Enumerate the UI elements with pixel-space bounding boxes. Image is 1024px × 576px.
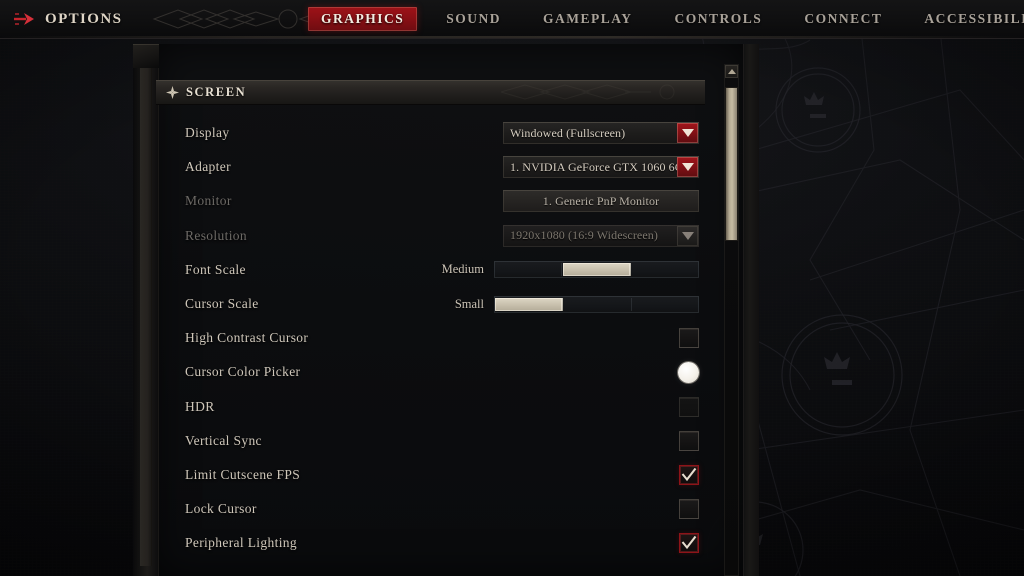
setting-label-peripheral-lighting: Peripheral Lighting <box>185 535 297 551</box>
setting-row-display: Display Windowed (Fullscreen) <box>133 116 721 150</box>
setting-control-peripheral-lighting <box>679 533 699 554</box>
limit-cutscene-fps-checkbox[interactable] <box>679 464 699 485</box>
scrollbar-thumb[interactable] <box>726 88 737 240</box>
resolution-dropdown-value: 1920x1080 (16:9 Widescreen) <box>510 228 658 243</box>
checkmark-icon <box>681 536 697 550</box>
setting-label-hdr: HDR <box>185 398 215 414</box>
setting-control-monitor: 1. Generic PnP Monitor <box>503 190 699 213</box>
setting-control-vertical-sync <box>679 430 699 451</box>
hdr-checkbox[interactable] <box>679 396 699 417</box>
setting-control-hdr <box>679 396 699 417</box>
tab-connect[interactable]: CONNECT <box>791 7 895 31</box>
scroll-up-arrow-icon[interactable] <box>725 65 738 78</box>
settings-panel: SCREEN Display Windowed (Fullscreen) Ada… <box>133 44 743 576</box>
setting-control-high-contrast-cursor <box>679 328 699 349</box>
setting-row-high-contrast-cursor: High Contrast Cursor <box>133 321 721 355</box>
setting-row-lock-cursor: Lock Cursor <box>133 492 721 526</box>
slider-segment[interactable] <box>632 263 699 276</box>
chevron-down-icon[interactable] <box>677 123 698 144</box>
setting-label-high-contrast-cursor: High Contrast Cursor <box>185 330 309 346</box>
arrow-right-icon <box>14 13 34 25</box>
setting-row-peripheral-lighting: Peripheral Lighting <box>133 526 721 560</box>
slider-segment[interactable] <box>632 298 699 311</box>
diamond-cross-icon <box>166 86 179 99</box>
slider-segment[interactable] <box>563 263 631 277</box>
setting-label-limit-cutscene-fps: Limit Cutscene FPS <box>185 466 301 482</box>
setting-control-font-scale: Medium <box>432 261 699 279</box>
monitor-readout: 1. Generic PnP Monitor <box>503 190 699 213</box>
setting-label-cursor-scale: Cursor Scale <box>185 296 259 312</box>
setting-label-adapter: Adapter <box>185 159 231 175</box>
setting-row-resolution: Resolution 1920x1080 (16:9 Widescreen) <box>133 219 721 253</box>
section-title: SCREEN <box>186 85 247 99</box>
lock-cursor-checkbox[interactable] <box>679 499 699 520</box>
checkmark-icon <box>681 467 697 482</box>
setting-control-adapter: 1. NVIDIA GeForce GTX 1060 6G <box>503 156 699 179</box>
setting-row-monitor: Monitor 1. Generic PnP Monitor <box>133 184 721 218</box>
slider-segment[interactable] <box>494 263 562 277</box>
setting-control-cursor-color-picker <box>678 361 699 383</box>
font-scale-slider[interactable] <box>494 261 699 279</box>
settings-scrollbar[interactable] <box>724 64 739 576</box>
cursor-scale-slider[interactable] <box>494 295 699 313</box>
tab-bar: GRAPHICS SOUND GAMEPLAY CONTROLS CONNECT… <box>300 0 1024 38</box>
setting-label-vertical-sync: Vertical Sync <box>185 432 262 448</box>
slider-segment[interactable] <box>564 297 632 311</box>
tab-graphics[interactable]: GRAPHICS <box>308 7 418 31</box>
setting-control-limit-cutscene-fps <box>679 464 699 485</box>
panel-frame-cap <box>133 44 159 68</box>
options-screen: OPTIONS GRAPHICS SOUND GAMEPLAY CONTROLS… <box>0 0 1024 576</box>
slider-segment[interactable] <box>495 297 563 311</box>
setting-row-cursor-color-picker: Cursor Color Picker <box>133 355 721 389</box>
tab-sound[interactable]: SOUND <box>433 7 514 31</box>
section-header-ornament <box>501 84 675 100</box>
chevron-down-icon[interactable] <box>677 225 698 246</box>
tab-gameplay[interactable]: GAMEPLAY <box>530 7 646 31</box>
tab-controls[interactable]: CONTROLS <box>662 7 776 31</box>
display-dropdown-value: Windowed (Fullscreen) <box>510 125 626 140</box>
setting-label-font-scale: Font Scale <box>185 261 246 277</box>
resolution-dropdown[interactable]: 1920x1080 (16:9 Widescreen) <box>503 224 699 247</box>
setting-control-resolution: 1920x1080 (16:9 Widescreen) <box>503 224 699 247</box>
cursor-scale-value: Small <box>454 296 484 311</box>
options-title-group: OPTIONS <box>14 0 122 38</box>
setting-row-adapter: Adapter 1. NVIDIA GeForce GTX 1060 6G <box>133 150 721 184</box>
setting-row-vertical-sync: Vertical Sync <box>133 424 721 458</box>
settings-list: Display Windowed (Fullscreen) Adapter 1.… <box>133 116 721 560</box>
setting-control-lock-cursor <box>679 499 699 520</box>
setting-row-font-scale: Font Scale Medium <box>133 253 721 287</box>
setting-label-monitor: Monitor <box>185 193 232 209</box>
vertical-sync-checkbox[interactable] <box>679 430 699 451</box>
setting-label-cursor-color-picker: Cursor Color Picker <box>185 364 301 380</box>
setting-row-hdr: HDR <box>133 390 721 424</box>
panel-right-frame <box>743 44 759 576</box>
font-scale-value: Medium <box>441 262 484 277</box>
peripheral-lighting-checkbox[interactable] <box>679 533 699 554</box>
setting-row-limit-cutscene-fps: Limit Cutscene FPS <box>133 458 721 492</box>
setting-control-cursor-scale: Small <box>432 295 699 313</box>
chevron-down-icon[interactable] <box>677 157 698 178</box>
setting-label-lock-cursor: Lock Cursor <box>185 501 257 517</box>
adapter-dropdown[interactable]: 1. NVIDIA GeForce GTX 1060 6G <box>503 156 699 179</box>
cursor-color-swatch[interactable] <box>678 361 699 383</box>
setting-label-display: Display <box>185 125 230 141</box>
setting-label-resolution: Resolution <box>185 227 248 243</box>
setting-control-display: Windowed (Fullscreen) <box>503 122 699 145</box>
tab-accessibility[interactable]: ACCESSIBILITY <box>911 7 1024 31</box>
adapter-dropdown-value: 1. NVIDIA GeForce GTX 1060 6G <box>510 159 677 174</box>
top-navigation-bar: OPTIONS GRAPHICS SOUND GAMEPLAY CONTROLS… <box>0 0 1024 39</box>
display-dropdown[interactable]: Windowed (Fullscreen) <box>503 122 699 145</box>
high-contrast-cursor-checkbox[interactable] <box>679 328 699 349</box>
section-header-screen: SCREEN <box>156 80 705 105</box>
page-title: OPTIONS <box>45 10 123 27</box>
setting-row-cursor-scale: Cursor Scale Small <box>133 287 721 321</box>
